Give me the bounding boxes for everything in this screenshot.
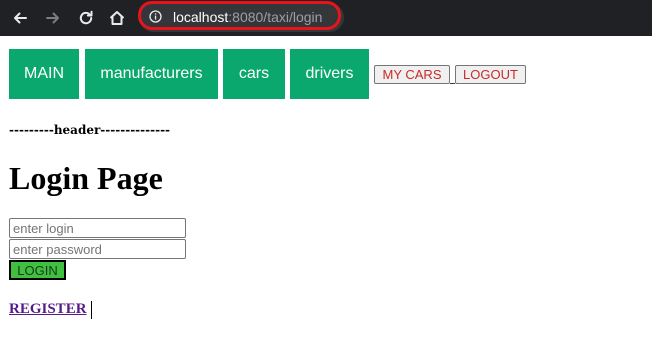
back-arrow-icon [14,12,27,24]
login-input[interactable] [9,218,186,238]
info-icon[interactable] [149,10,162,23]
register-link[interactable]: REGISTER [9,301,87,318]
header-text: ---------header-------------- [9,123,171,137]
forward-arrow-icon [46,12,59,24]
page-title: Login Page [9,160,163,196]
separator [450,83,455,84]
text-cursor [91,301,92,319]
url-path: :8080/taxi/login [228,9,323,25]
my-cars-button[interactable]: MY CARS [374,65,450,84]
logout-button[interactable]: LOGOUT [455,65,526,84]
home-button[interactable] [105,6,129,30]
forward-button[interactable] [41,6,65,30]
reload-button[interactable] [74,6,98,30]
password-input[interactable] [9,239,186,259]
nav-manufacturers[interactable]: manufacturers [85,49,218,99]
nav-cars[interactable]: cars [223,49,285,99]
nav-drivers[interactable]: drivers [290,49,369,99]
url-host: localhost [173,9,229,25]
reload-icon [79,10,93,25]
home-icon [109,11,125,25]
url-text[interactable]: localhost:8080/taxi/login [173,9,322,26]
back-button[interactable] [8,6,32,30]
login-button[interactable]: LOGIN [9,260,66,280]
nav-main[interactable]: MAIN [9,49,79,99]
